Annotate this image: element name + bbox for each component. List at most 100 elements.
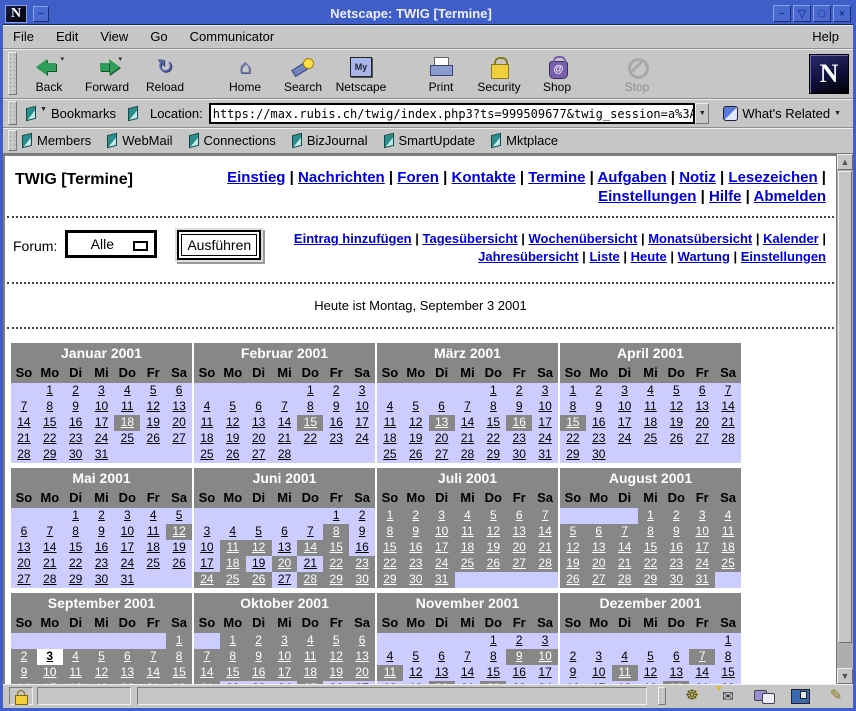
day-link[interactable]: 23 xyxy=(513,431,526,445)
link-nachrichten[interactable]: Nachrichten xyxy=(298,169,385,186)
day-link[interactable]: 7 xyxy=(725,383,732,397)
day-link[interactable]: 27 xyxy=(252,447,265,461)
day-link[interactable]: 11 xyxy=(384,665,396,679)
day-link[interactable]: 2 xyxy=(98,508,105,522)
day-link[interactable]: 9 xyxy=(516,399,523,413)
day-link[interactable]: 5 xyxy=(673,383,680,397)
day-link[interactable]: 22 xyxy=(487,681,500,684)
day-link[interactable]: 23 xyxy=(355,556,368,570)
whats-related-button[interactable]: What's Related ▼ xyxy=(719,104,845,123)
day-link[interactable]: 22 xyxy=(644,556,657,570)
day-link[interactable]: 27 xyxy=(278,572,291,586)
day-link[interactable]: 24 xyxy=(278,681,291,684)
day-link[interactable]: 16 xyxy=(69,415,82,429)
scroll-up-arrow[interactable]: ▲ xyxy=(837,154,853,170)
day-link[interactable]: 4 xyxy=(621,649,628,663)
day-link[interactable]: 10 xyxy=(618,399,631,413)
day-link[interactable]: 3 xyxy=(438,508,445,522)
day-link[interactable]: 1 xyxy=(176,633,183,647)
menu-help[interactable]: Help xyxy=(812,29,839,44)
day-link[interactable]: 31 xyxy=(538,447,551,461)
day-link[interactable]: 11 xyxy=(201,415,213,429)
day-link[interactable]: 28 xyxy=(538,556,551,570)
day-link[interactable]: 16 xyxy=(355,540,368,554)
day-link[interactable]: 14 xyxy=(696,665,709,679)
day-link[interactable]: 29 xyxy=(487,447,500,461)
day-link[interactable]: 27 xyxy=(355,681,368,684)
day-link[interactable]: 14 xyxy=(618,540,631,554)
day-link[interactable]: 14 xyxy=(278,415,291,429)
day-link[interactable]: 8 xyxy=(307,399,314,413)
address-book-icon[interactable] xyxy=(789,687,811,705)
day-link[interactable]: 17 xyxy=(538,415,551,429)
day-link[interactable]: 19 xyxy=(566,556,579,570)
day-link[interactable]: 13 xyxy=(513,524,526,538)
day-link[interactable]: 31 xyxy=(696,572,709,586)
link-abmelden[interactable]: Abmelden xyxy=(753,188,826,205)
day-link[interactable]: 8 xyxy=(72,524,79,538)
location-bar-grip[interactable] xyxy=(8,101,17,125)
day-link[interactable]: 25 xyxy=(121,431,134,445)
day-link[interactable]: 17 xyxy=(618,415,631,429)
day-link[interactable]: 9 xyxy=(570,665,577,679)
toolbar-grip[interactable] xyxy=(8,52,17,95)
day-link[interactable]: 4 xyxy=(72,649,79,663)
maximize-button[interactable]: □ xyxy=(813,5,831,22)
day-link[interactable]: 3 xyxy=(204,524,211,538)
day-link[interactable]: 5 xyxy=(570,524,577,538)
day-link[interactable]: 14 xyxy=(43,540,56,554)
day-link[interactable]: 15 xyxy=(644,540,657,554)
day-link[interactable]: 20 xyxy=(670,681,683,684)
day-link[interactable]: 21 xyxy=(304,556,317,570)
day-link[interactable]: 14 xyxy=(461,415,474,429)
day-link[interactable]: 19 xyxy=(252,556,265,570)
day-link[interactable]: 22 xyxy=(566,431,579,445)
day-link[interactable]: 16 xyxy=(513,665,526,679)
day-link[interactable]: 4 xyxy=(124,383,131,397)
day-link[interactable]: 12 xyxy=(252,540,265,554)
day-link[interactable]: 2 xyxy=(21,649,28,663)
day-link[interactable]: 16 xyxy=(592,415,605,429)
day-link[interactable]: 22 xyxy=(226,681,239,684)
day-link[interactable]: 26 xyxy=(566,572,579,586)
day-link[interactable]: 5 xyxy=(333,633,340,647)
shade-button[interactable]: ▽ xyxy=(793,5,811,22)
day-link[interactable]: 20 xyxy=(513,540,526,554)
close-button[interactable]: × xyxy=(833,5,851,22)
day-link[interactable]: 2 xyxy=(412,508,419,522)
day-link[interactable]: 18 xyxy=(618,681,631,684)
netscape-throbber-logo[interactable]: N xyxy=(809,54,849,94)
day-link[interactable]: 6 xyxy=(124,649,131,663)
day-link[interactable]: 10 xyxy=(278,649,291,663)
day-link[interactable]: 18 xyxy=(644,415,657,429)
day-link[interactable]: 2 xyxy=(516,633,523,647)
day-link[interactable]: 29 xyxy=(43,447,56,461)
day-link[interactable]: 14 xyxy=(461,665,474,679)
day-link[interactable]: 14 xyxy=(147,665,160,679)
day-link[interactable]: 6 xyxy=(673,649,680,663)
day-link[interactable]: 6 xyxy=(255,399,262,413)
day-link[interactable]: 15 xyxy=(69,540,82,554)
day-link[interactable]: 13 xyxy=(670,665,683,679)
day-link[interactable]: 2 xyxy=(673,508,680,522)
day-link[interactable]: 1 xyxy=(725,633,732,647)
day-link[interactable]: 4 xyxy=(204,399,211,413)
day-link[interactable]: 12 xyxy=(644,665,657,679)
component-bar-grip[interactable] xyxy=(658,687,666,705)
minimize-button[interactable]: − xyxy=(773,5,791,22)
day-link[interactable]: 2 xyxy=(72,383,79,397)
day-link[interactable]: 8 xyxy=(229,649,236,663)
day-link[interactable]: 1 xyxy=(229,633,236,647)
day-link[interactable]: 30 xyxy=(513,447,526,461)
day-link[interactable]: 18 xyxy=(383,681,396,684)
url-input[interactable]: https://max.rubis.ch/twig/index.php3?ts=… xyxy=(209,103,696,124)
link-kontakte[interactable]: Kontakte xyxy=(452,169,516,186)
day-link[interactable]: 3 xyxy=(281,633,288,647)
day-link[interactable]: 19 xyxy=(670,415,683,429)
day-link[interactable]: 13 xyxy=(252,415,265,429)
title-bar[interactable]: N − Netscape: TWIG [Termine] −▽□× xyxy=(3,3,853,25)
day-link[interactable]: 1 xyxy=(333,508,340,522)
day-link[interactable]: 1 xyxy=(307,383,314,397)
day-link[interactable]: 7 xyxy=(150,649,157,663)
day-link[interactable]: 3 xyxy=(621,383,628,397)
